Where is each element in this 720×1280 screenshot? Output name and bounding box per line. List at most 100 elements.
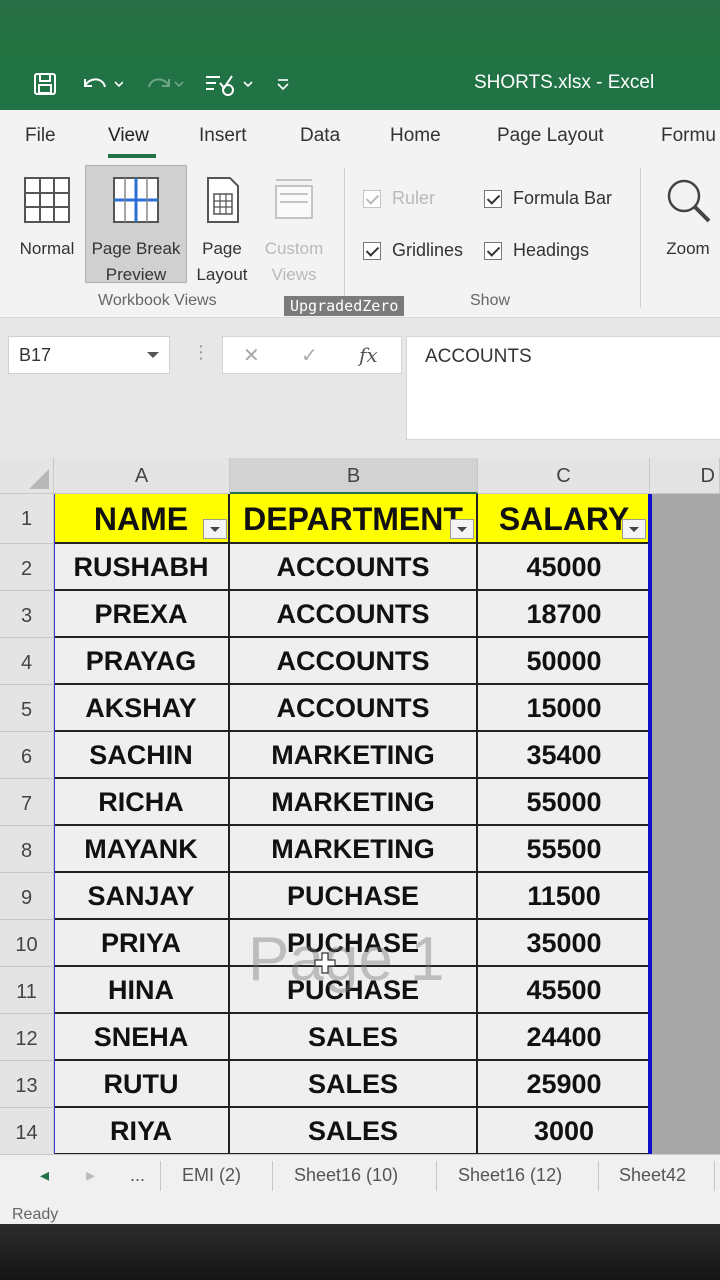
- cell-salary[interactable]: 50000: [478, 638, 650, 683]
- cell-department[interactable]: PUCHASE: [230, 873, 478, 918]
- row-header[interactable]: 14: [0, 1108, 54, 1155]
- cell-name[interactable]: PRAYAG: [54, 638, 230, 683]
- page-layout-view-button[interactable]: Page Layout: [188, 166, 256, 286]
- tab-data[interactable]: Data: [300, 125, 340, 147]
- row-header[interactable]: 7: [0, 779, 54, 826]
- cell-salary[interactable]: 18700: [478, 591, 650, 636]
- cell-name[interactable]: PREXA: [54, 591, 230, 636]
- row-header[interactable]: 2: [0, 544, 54, 591]
- redo-icon[interactable]: [140, 70, 190, 98]
- table-region: NAME DEPARTMENT SALARY RUSHABH ACCOUNTS 45…: [54, 494, 650, 1155]
- cell-department[interactable]: ACCOUNTS: [230, 544, 478, 589]
- save-icon[interactable]: [28, 70, 62, 98]
- cell-name[interactable]: SANJAY: [54, 873, 230, 918]
- row-header[interactable]: 9: [0, 873, 54, 920]
- sort-filter-dropdown-icon[interactable]: [450, 519, 474, 539]
- insert-function-icon[interactable]: fx: [359, 343, 378, 367]
- zoom-button[interactable]: Zoom: [656, 166, 720, 276]
- cell-cursor-icon: [314, 952, 336, 974]
- sheet-tab[interactable]: Sheet16 (10): [294, 1165, 398, 1186]
- cell-name[interactable]: PRIYA: [54, 920, 230, 965]
- formula-bar-checkbox[interactable]: Formula Bar: [484, 188, 612, 209]
- cell-salary[interactable]: 11500: [478, 873, 650, 918]
- page-number-watermark: Page 1: [248, 925, 445, 994]
- sheet-tab[interactable]: Sheet16 (12): [458, 1165, 562, 1186]
- formula-input[interactable]: ACCOUNTS: [406, 336, 720, 440]
- cell-name[interactable]: MAYANK: [54, 826, 230, 871]
- row-header[interactable]: 8: [0, 826, 54, 873]
- page-break-preview-button[interactable]: Page Break Preview: [85, 165, 187, 284]
- custom-views-button[interactable]: Custom Views: [258, 166, 330, 286]
- sheet-tab[interactable]: Sheet42: [619, 1165, 686, 1186]
- column-header-d[interactable]: D: [650, 458, 720, 494]
- cell-salary[interactable]: 45500: [478, 967, 650, 1012]
- name-box-dropdown-icon[interactable]: [147, 352, 159, 358]
- scroll-tabs-left-icon[interactable]: ◂: [40, 1165, 49, 1186]
- cell-department[interactable]: MARKETING: [230, 732, 478, 777]
- row-header[interactable]: 10: [0, 920, 54, 967]
- cell-name[interactable]: RICHA: [54, 779, 230, 824]
- undo-icon[interactable]: [76, 70, 126, 98]
- scroll-tabs-right-icon[interactable]: ▸: [86, 1165, 95, 1186]
- column-header-b[interactable]: B: [230, 458, 478, 494]
- header-department[interactable]: DEPARTMENT: [230, 494, 478, 542]
- cell-salary[interactable]: 35400: [478, 732, 650, 777]
- cell-salary[interactable]: 15000: [478, 685, 650, 730]
- cell-name[interactable]: AKSHAY: [54, 685, 230, 730]
- row-header[interactable]: 13: [0, 1061, 54, 1108]
- select-all-corner[interactable]: [0, 458, 54, 494]
- cell-department[interactable]: ACCOUNTS: [230, 591, 478, 636]
- tab-view[interactable]: View: [108, 125, 149, 147]
- cell-department[interactable]: MARKETING: [230, 779, 478, 824]
- tab-home[interactable]: Home: [390, 125, 441, 147]
- row-header[interactable]: 12: [0, 1014, 54, 1061]
- cell-name[interactable]: RUTU: [54, 1061, 230, 1106]
- sheet-tab[interactable]: EMI (2): [182, 1165, 241, 1186]
- filter-dropdown-icon[interactable]: [203, 519, 227, 539]
- row-header[interactable]: 11: [0, 967, 54, 1014]
- cell-department[interactable]: ACCOUNTS: [230, 685, 478, 730]
- cell-name[interactable]: RUSHABH: [54, 544, 230, 589]
- name-box[interactable]: B17: [8, 336, 170, 374]
- headings-checkbox[interactable]: Headings: [484, 240, 589, 261]
- cell-salary[interactable]: 3000: [478, 1108, 650, 1153]
- cancel-icon[interactable]: ✕: [243, 343, 260, 368]
- more-sheets-button[interactable]: ...: [130, 1165, 145, 1186]
- row-header[interactable]: 6: [0, 732, 54, 779]
- cell-department[interactable]: MARKETING: [230, 826, 478, 871]
- cell-department[interactable]: ACCOUNTS: [230, 638, 478, 683]
- cell-name[interactable]: HINA: [54, 967, 230, 1012]
- row-header[interactable]: 1: [0, 494, 54, 544]
- row-header[interactable]: 4: [0, 638, 54, 685]
- cell-department[interactable]: SALES: [230, 1061, 478, 1106]
- cell-salary[interactable]: 24400: [478, 1014, 650, 1059]
- normal-view-button[interactable]: Normal: [10, 166, 84, 286]
- tab-page-layout[interactable]: Page Layout: [497, 125, 604, 147]
- cell-salary[interactable]: 55500: [478, 826, 650, 871]
- cell-name[interactable]: SACHIN: [54, 732, 230, 777]
- row-header[interactable]: 5: [0, 685, 54, 732]
- window-title: SHORTS.xlsx - Excel: [474, 72, 655, 93]
- cell-salary[interactable]: 25900: [478, 1061, 650, 1106]
- tab-insert[interactable]: Insert: [199, 125, 247, 147]
- column-header-a[interactable]: A: [54, 458, 230, 494]
- cell-department[interactable]: SALES: [230, 1014, 478, 1059]
- customize-toolbar-icon[interactable]: [272, 70, 294, 98]
- enter-check-icon[interactable]: ✓: [301, 343, 318, 368]
- filter-dropdown-icon[interactable]: [622, 519, 646, 539]
- tab-file[interactable]: File: [25, 125, 56, 147]
- column-header-c[interactable]: C: [478, 458, 650, 494]
- cell-salary[interactable]: 55000: [478, 779, 650, 824]
- cell-department[interactable]: SALES: [230, 1108, 478, 1153]
- ruler-checkbox[interactable]: Ruler: [363, 188, 435, 209]
- row-header[interactable]: 3: [0, 591, 54, 638]
- cell-name[interactable]: SNEHA: [54, 1014, 230, 1059]
- formula-bar-label: Formula Bar: [513, 188, 613, 208]
- formula-bar-grip-icon[interactable]: ⋮: [192, 342, 210, 363]
- cell-name[interactable]: RIYA: [54, 1108, 230, 1153]
- spelling-check-icon[interactable]: [204, 70, 256, 98]
- cell-salary[interactable]: 35000: [478, 920, 650, 965]
- cell-salary[interactable]: 45000: [478, 544, 650, 589]
- tab-formulas[interactable]: Formu: [661, 125, 716, 147]
- gridlines-checkbox[interactable]: Gridlines: [363, 240, 463, 261]
